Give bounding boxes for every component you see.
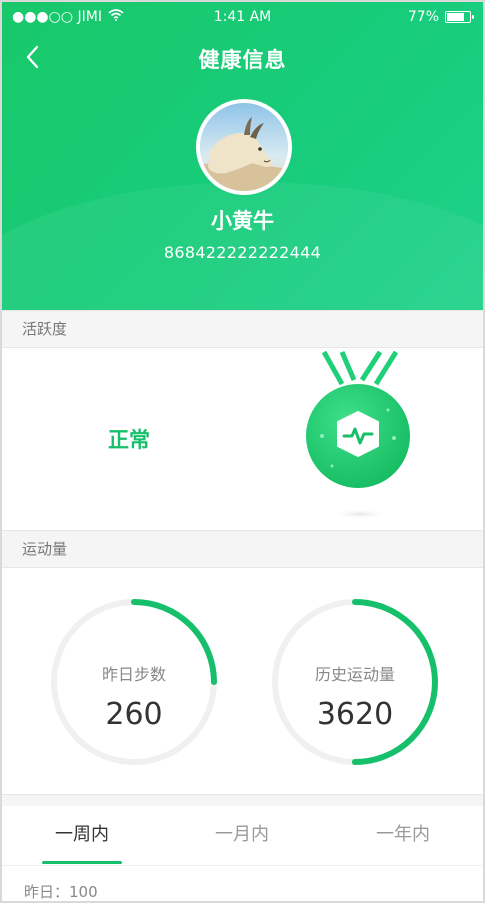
yesterday-steps-ring: 昨日步数 260 (49, 597, 219, 767)
tab-week[interactable]: 一周内 (2, 806, 162, 866)
avatar[interactable] (196, 99, 292, 195)
exercise-panel: 昨日步数 260 历史运动量 3620 (2, 568, 483, 794)
activity-section-header: 活跃度 (2, 310, 483, 348)
battery-icon (445, 11, 474, 23)
status-right: 77% (407, 9, 474, 25)
page-title: 健康信息 (198, 48, 287, 72)
status-bar: ●●●○○ JIMI 1:41 AM 77% (2, 2, 483, 32)
device-id: 868422222222444 (163, 243, 322, 262)
activity-panel: 正常 (2, 350, 483, 530)
user-name: 小黄牛 (211, 209, 274, 233)
pulse-medal-icon (292, 350, 428, 525)
yesterday-summary: 昨日：100 (24, 883, 98, 901)
tab-month[interactable]: 一月内 (162, 806, 322, 866)
history-exercise-value: 3620 (316, 697, 394, 732)
yesterday-steps-value: 260 (105, 697, 163, 732)
period-tabs: 一周内 一月内 一年内 (2, 806, 483, 866)
history-exercise-label: 历史运动量 (314, 665, 395, 684)
activity-status: 正常 (108, 428, 150, 452)
battery-percent: 77% (407, 9, 439, 25)
tab-year[interactable]: 一年内 (323, 806, 483, 866)
history-exercise-ring: 历史运动量 3620 (270, 597, 440, 767)
profile-header: ●●●○○ JIMI 1:41 AM 77% 健康信息 小黄牛 86842222… (2, 2, 483, 310)
exercise-section-header: 运动量 (2, 530, 483, 568)
goat-avatar-image (200, 103, 288, 191)
yesterday-steps-label: 昨日步数 (101, 665, 166, 684)
section-divider (2, 794, 483, 806)
app-frame: ●●●○○ JIMI 1:41 AM 77% 健康信息 小黄牛 86842222… (0, 0, 485, 903)
